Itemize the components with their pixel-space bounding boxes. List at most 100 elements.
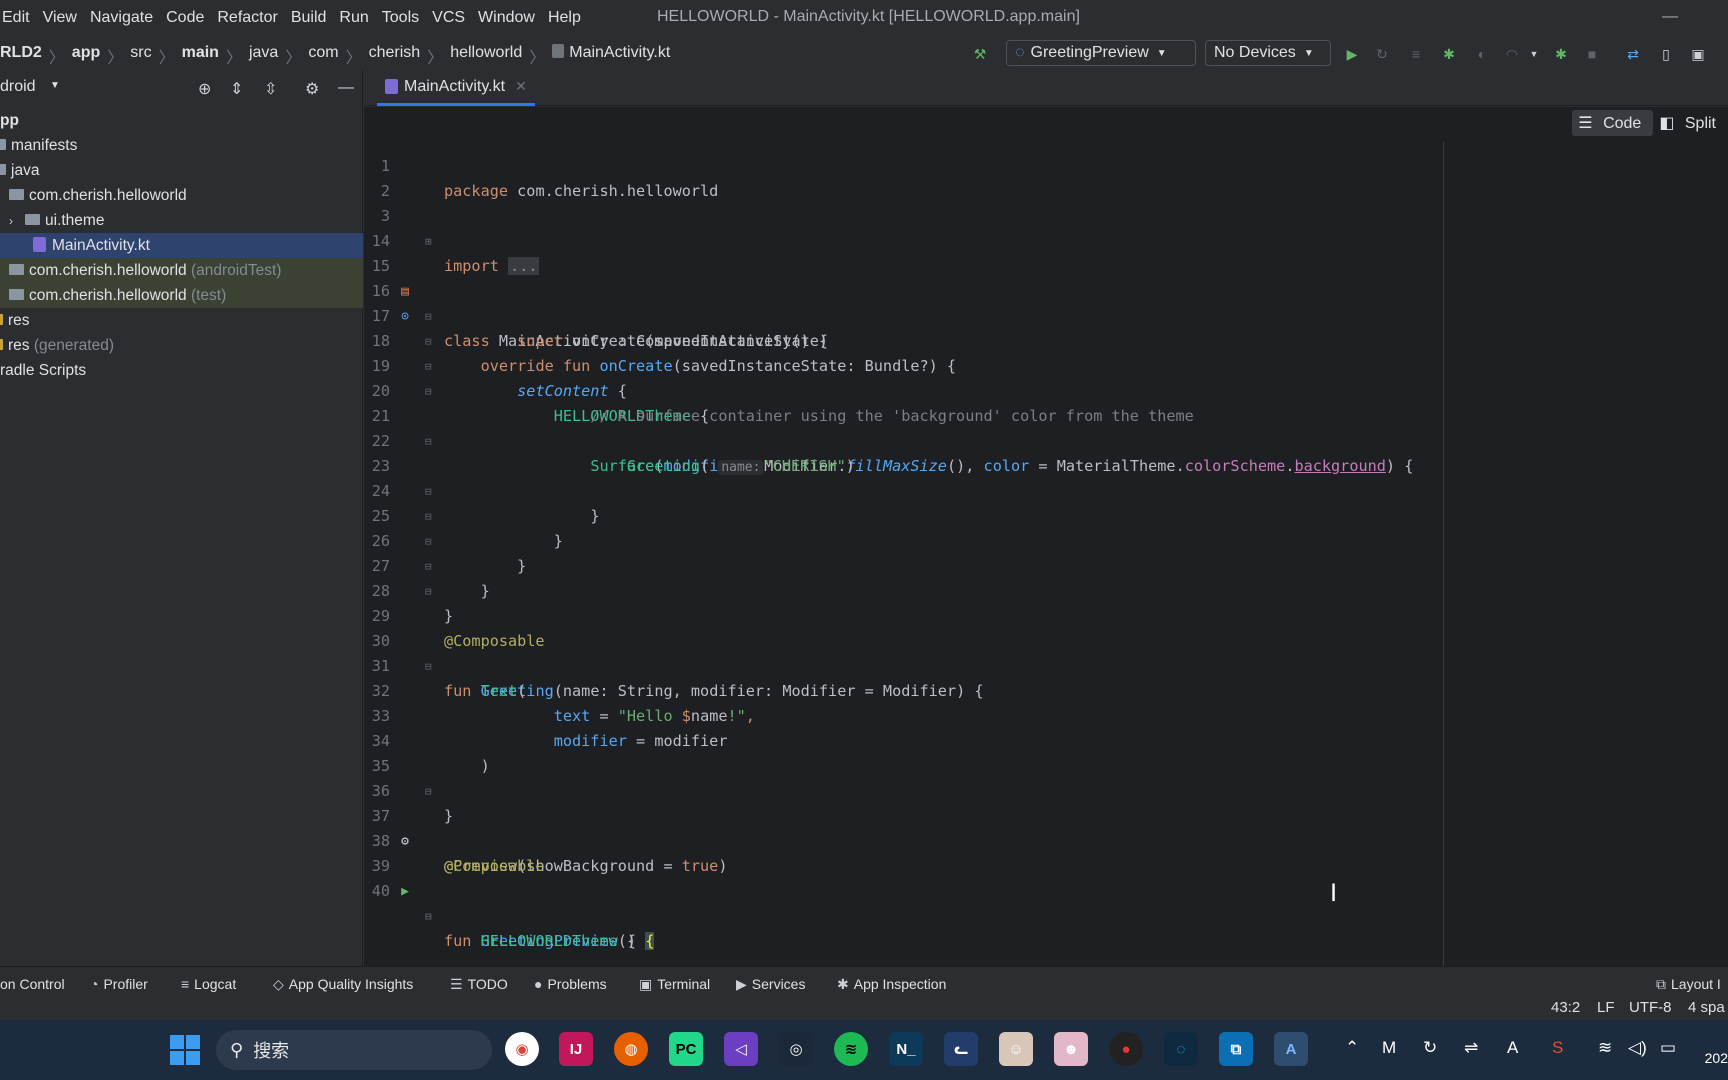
intellij-icon[interactable]: IJ [559, 1032, 593, 1066]
gear-icon[interactable]: ⚙ [305, 79, 319, 99]
menu-window[interactable]: Window [478, 9, 535, 27]
pycharm-icon[interactable]: PC [669, 1032, 703, 1066]
breadcrumb-file[interactable]: MainActivity.kt [569, 44, 670, 68]
device-manager-icon[interactable]: ▯ [1658, 46, 1674, 62]
tree-item-gradle-scripts[interactable]: radle Scripts [0, 358, 363, 383]
collapse-all-icon[interactable]: ⇳ [264, 79, 277, 99]
minimize-button[interactable]: — [1662, 8, 1678, 26]
tree-item-res[interactable]: res [0, 308, 363, 333]
menu-tools[interactable]: Tools [382, 9, 419, 27]
menu-edit[interactable]: Edit [2, 9, 30, 27]
breadcrumb-com[interactable]: com [308, 44, 338, 68]
menu-help[interactable]: Help [548, 9, 581, 27]
spotify-icon[interactable]: ≋ [834, 1032, 868, 1066]
expand-all-icon[interactable]: ⇕ [230, 79, 243, 99]
menu-run[interactable]: Run [339, 9, 368, 27]
rerun-icon[interactable]: ↻ [1374, 46, 1390, 62]
menu-view[interactable]: View [43, 9, 77, 27]
caret-position[interactable]: 43:2 [1551, 999, 1580, 1016]
menu-navigate[interactable]: Navigate [90, 9, 153, 27]
tool-tab-layout-inspector[interactable]: ⧉ Layout I [1656, 976, 1721, 993]
apply-changes-icon[interactable]: ≡ [1408, 46, 1424, 62]
line-separator[interactable]: LF [1597, 999, 1615, 1016]
game-app-icon[interactable]: ☺ [999, 1032, 1033, 1066]
breadcrumb-src[interactable]: src [130, 44, 151, 68]
breadcrumb-main[interactable]: main [182, 44, 219, 68]
menu-refactor[interactable]: Refactor [217, 9, 277, 27]
ime-icon[interactable]: S [1552, 1038, 1563, 1058]
tree-item-mainactivity[interactable]: MainActivity.kt [0, 233, 363, 258]
tool-tab-app-quality-insights[interactable]: ◇ App Quality Insights [273, 976, 413, 993]
steam-icon[interactable]: ◎ [779, 1032, 813, 1066]
locate-icon[interactable]: ⊕ [198, 79, 211, 99]
tree-item-ui-theme[interactable]: › ui.theme [0, 208, 363, 233]
android-studio-icon[interactable]: A [1274, 1032, 1308, 1066]
chevron-down-icon[interactable]: ▼ [1526, 46, 1542, 62]
tree-item-package[interactable]: com.cherish.helloworld [0, 183, 363, 208]
sdk-manager-icon[interactable]: ▣ [1690, 46, 1706, 62]
profile-icon[interactable]: ◐ [1474, 46, 1490, 62]
chrome-icon[interactable]: ◉ [505, 1032, 539, 1066]
recorder-icon[interactable]: ● [1109, 1032, 1143, 1066]
clock[interactable]: 202 [1705, 1050, 1728, 1066]
run-icon[interactable]: ▶ [1344, 46, 1360, 62]
tree-item-manifests[interactable]: manifests [0, 133, 363, 158]
tool-tab-version-control[interactable]: on Control [0, 976, 65, 992]
attach-debugger-icon[interactable]: ✱ [1553, 46, 1569, 62]
device-dropdown[interactable]: No Devices ▼ [1205, 40, 1331, 66]
breadcrumb-java[interactable]: java [249, 44, 278, 68]
tree-item-java[interactable]: java [0, 158, 363, 183]
tree-item-app[interactable]: pp [0, 108, 363, 133]
chevron-up-icon[interactable]: ⌃ [1345, 1038, 1359, 1058]
visual-studio-icon[interactable]: ◁ [724, 1032, 758, 1066]
indent-setting[interactable]: 4 spa [1688, 999, 1725, 1016]
game-app-2-icon[interactable]: ☻ [1054, 1032, 1088, 1066]
input-method-icon[interactable]: A [1507, 1038, 1518, 1058]
tab-mainactivity[interactable]: MainActivity.kt ✕ [377, 70, 535, 106]
tool-tab-todo[interactable]: ☰ TODO [450, 976, 508, 993]
windows-start-icon[interactable] [170, 1035, 200, 1065]
fold-marker-icon[interactable]: ⊟ [425, 904, 432, 929]
close-icon[interactable]: ✕ [515, 78, 527, 95]
tree-item-android-test[interactable]: com.cherish.helloworld (androidTest) [0, 258, 363, 283]
breadcrumb-cherish[interactable]: cherish [369, 44, 421, 68]
notepad-icon[interactable]: N_ [889, 1032, 923, 1066]
chevron-down-icon[interactable]: ▼ [50, 80, 60, 91]
sync-icon[interactable]: ⇄ [1625, 46, 1641, 62]
run-config-dropdown[interactable]: ◌ GreetingPreview ▼ [1006, 40, 1196, 66]
breadcrumb-helloworld[interactable]: helloworld [450, 44, 522, 68]
hide-icon[interactable]: — [338, 79, 354, 97]
menu-build[interactable]: Build [291, 9, 327, 27]
tray-m-icon[interactable]: M [1382, 1038, 1396, 1058]
menu-code[interactable]: Code [166, 9, 204, 27]
tool-tab-services[interactable]: ▶ Services [736, 976, 805, 993]
tool-tab-app-inspection[interactable]: ✱ App Inspection [837, 976, 946, 993]
file-encoding[interactable]: UTF-8 [1629, 999, 1672, 1016]
window-manager-icon[interactable]: ⧉ [1219, 1032, 1253, 1066]
wifi-icon[interactable]: ≋ [1598, 1038, 1612, 1058]
cat-app-icon[interactable]: ᓚ [944, 1032, 978, 1066]
tool-tab-logcat[interactable]: ≡ Logcat [181, 976, 236, 992]
hammer-icon[interactable]: ⚒ [972, 46, 988, 62]
stop-icon[interactable]: ■ [1584, 46, 1600, 62]
tool-tab-profiler[interactable]: ◔ Profiler [90, 976, 148, 992]
tool-tab-problems[interactable]: ● Problems [534, 976, 607, 992]
settings-tray-icon[interactable]: ⇌ [1464, 1038, 1478, 1058]
tree-item-res-generated[interactable]: res (generated) [0, 333, 363, 358]
sync-tray-icon[interactable]: ↻ [1423, 1038, 1437, 1058]
code-editor[interactable]: ☰ Code ◧ Split 1 package com.cherish.hel… [364, 107, 1728, 966]
debug-icon[interactable]: ✱ [1441, 46, 1457, 62]
breadcrumb-project[interactable]: RLD2 [0, 44, 42, 68]
project-view-selector[interactable]: droid [0, 78, 36, 96]
firefox-icon[interactable]: ◍ [614, 1032, 648, 1066]
coverage-icon[interactable]: ◠ [1504, 46, 1520, 62]
tree-item-test[interactable]: com.cherish.helloworld (test) [0, 283, 363, 308]
app-ring-icon[interactable]: ◌ [1164, 1032, 1198, 1066]
taskbar-search[interactable]: ⚲ 搜索 [216, 1030, 492, 1070]
menu-vcs[interactable]: VCS [432, 9, 465, 27]
chevron-right-icon[interactable]: › [9, 209, 21, 234]
volume-icon[interactable]: ◁) [1628, 1038, 1647, 1058]
tool-tab-terminal[interactable]: ▣ Terminal [639, 976, 710, 993]
breadcrumb-app[interactable]: app [72, 44, 100, 68]
battery-icon[interactable]: ▭ [1660, 1038, 1676, 1058]
